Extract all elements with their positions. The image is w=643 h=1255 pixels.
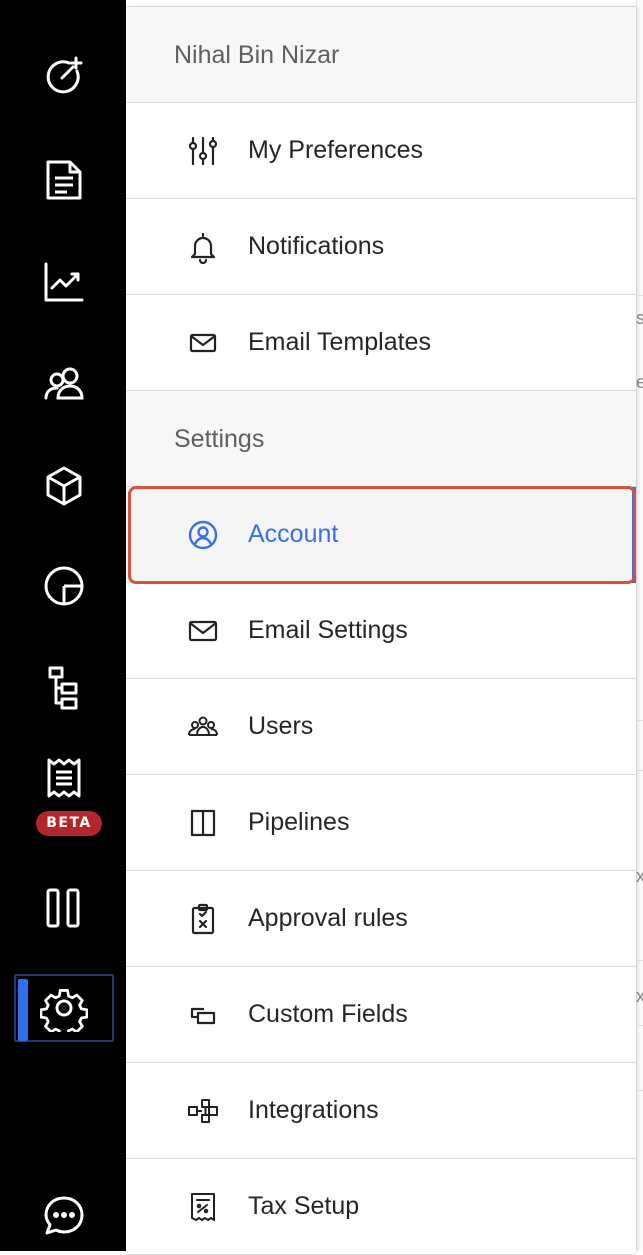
rail-products-button[interactable]	[14, 452, 114, 520]
background-text: x	[636, 866, 643, 886]
rail-pipelines-button[interactable]	[14, 874, 114, 942]
users-icon	[186, 710, 220, 744]
chat-icon	[44, 1196, 84, 1235]
menu-item-notifications[interactable]: Notifications	[126, 199, 636, 295]
menu-item-email-templates[interactable]: Email Templates	[126, 295, 636, 391]
custom-fields-icon	[186, 998, 220, 1032]
speedometer-icon	[46, 56, 83, 94]
menu-item-label: Pipelines	[248, 808, 350, 836]
menu-item-label: Users	[248, 712, 314, 740]
menu-item-label: Email Settings	[248, 616, 408, 644]
background-text: x	[636, 986, 643, 1006]
menu-item-label: Custom Fields	[248, 1000, 408, 1028]
icon-rail: BETA	[0, 0, 126, 1251]
settings-section-header: Settings	[126, 391, 636, 487]
rail-analytics-button[interactable]	[14, 552, 114, 620]
rail-chat-button[interactable]	[14, 1182, 114, 1250]
envelope-icon	[186, 326, 220, 360]
menu-item-email-settings[interactable]: Email Settings	[126, 583, 636, 679]
selected-indicator	[632, 487, 636, 583]
rail-contacts-button[interactable]	[14, 350, 114, 418]
background-text: s	[636, 308, 643, 328]
active-indicator	[18, 979, 28, 1041]
background-divider	[638, 770, 643, 771]
rail-receipts-button[interactable]	[14, 744, 114, 812]
clipboard-icon	[186, 902, 220, 936]
menu-item-label: Approval rules	[248, 904, 408, 932]
background-text: e	[636, 372, 643, 392]
box-icon	[46, 466, 82, 506]
menu-item-pipelines[interactable]: Pipelines	[126, 775, 636, 871]
user-name: Nihal Bin Nizar	[174, 41, 340, 69]
background-divider	[638, 1025, 643, 1026]
integrations-icon	[186, 1094, 220, 1128]
rail-reports-button[interactable]	[14, 248, 114, 316]
background-divider	[638, 1090, 643, 1091]
background-divider	[638, 960, 643, 961]
rail-dashboard-button[interactable]	[14, 42, 114, 110]
menu-item-my-preferences[interactable]: My Preferences	[126, 103, 636, 199]
pie-chart-icon	[44, 566, 84, 606]
sliders-icon	[186, 134, 220, 168]
background-divider	[638, 295, 643, 296]
columns-icon	[186, 806, 220, 840]
columns-icon	[46, 888, 80, 928]
receipt-icon	[47, 758, 81, 798]
contacts-icon	[44, 367, 84, 400]
menu-item-label: Email Templates	[248, 328, 431, 356]
chart-line-icon	[44, 262, 84, 302]
rail-documents-button[interactable]	[14, 146, 114, 214]
menu-item-tax-setup[interactable]: Tax Setup	[126, 1159, 636, 1255]
menu-item-users[interactable]: Users	[126, 679, 636, 775]
menu-item-label: Integrations	[248, 1096, 379, 1124]
menu-item-integrations[interactable]: Integrations	[126, 1063, 636, 1159]
settings-header-label: Settings	[174, 425, 265, 453]
menu-item-label: Notifications	[248, 232, 385, 260]
tax-icon	[186, 1190, 220, 1224]
menu-item-approval-rules[interactable]: Approval rules	[126, 871, 636, 967]
envelope-icon	[186, 614, 220, 648]
gear-icon	[40, 989, 88, 1032]
beta-badge: BETA	[36, 811, 102, 836]
settings-menu-panel: Nihal Bin Nizar My Preferences Notificat…	[126, 6, 636, 1255]
background-divider	[638, 720, 643, 721]
hierarchy-icon	[48, 666, 78, 710]
menu-item-account[interactable]: Account	[126, 487, 636, 583]
rail-hierarchy-button[interactable]	[14, 654, 114, 722]
user-name-header: Nihal Bin Nizar	[126, 7, 636, 103]
menu-item-label: My Preferences	[248, 136, 424, 164]
user-circle-icon	[186, 518, 220, 552]
document-icon	[46, 160, 82, 200]
bell-icon	[186, 230, 220, 265]
menu-item-label: Account	[248, 520, 339, 548]
menu-item-label: Tax Setup	[248, 1192, 360, 1220]
background-content-edge	[636, 0, 643, 1251]
rail-settings-button[interactable]	[14, 974, 114, 1042]
menu-item-custom-fields[interactable]: Custom Fields	[126, 967, 636, 1063]
